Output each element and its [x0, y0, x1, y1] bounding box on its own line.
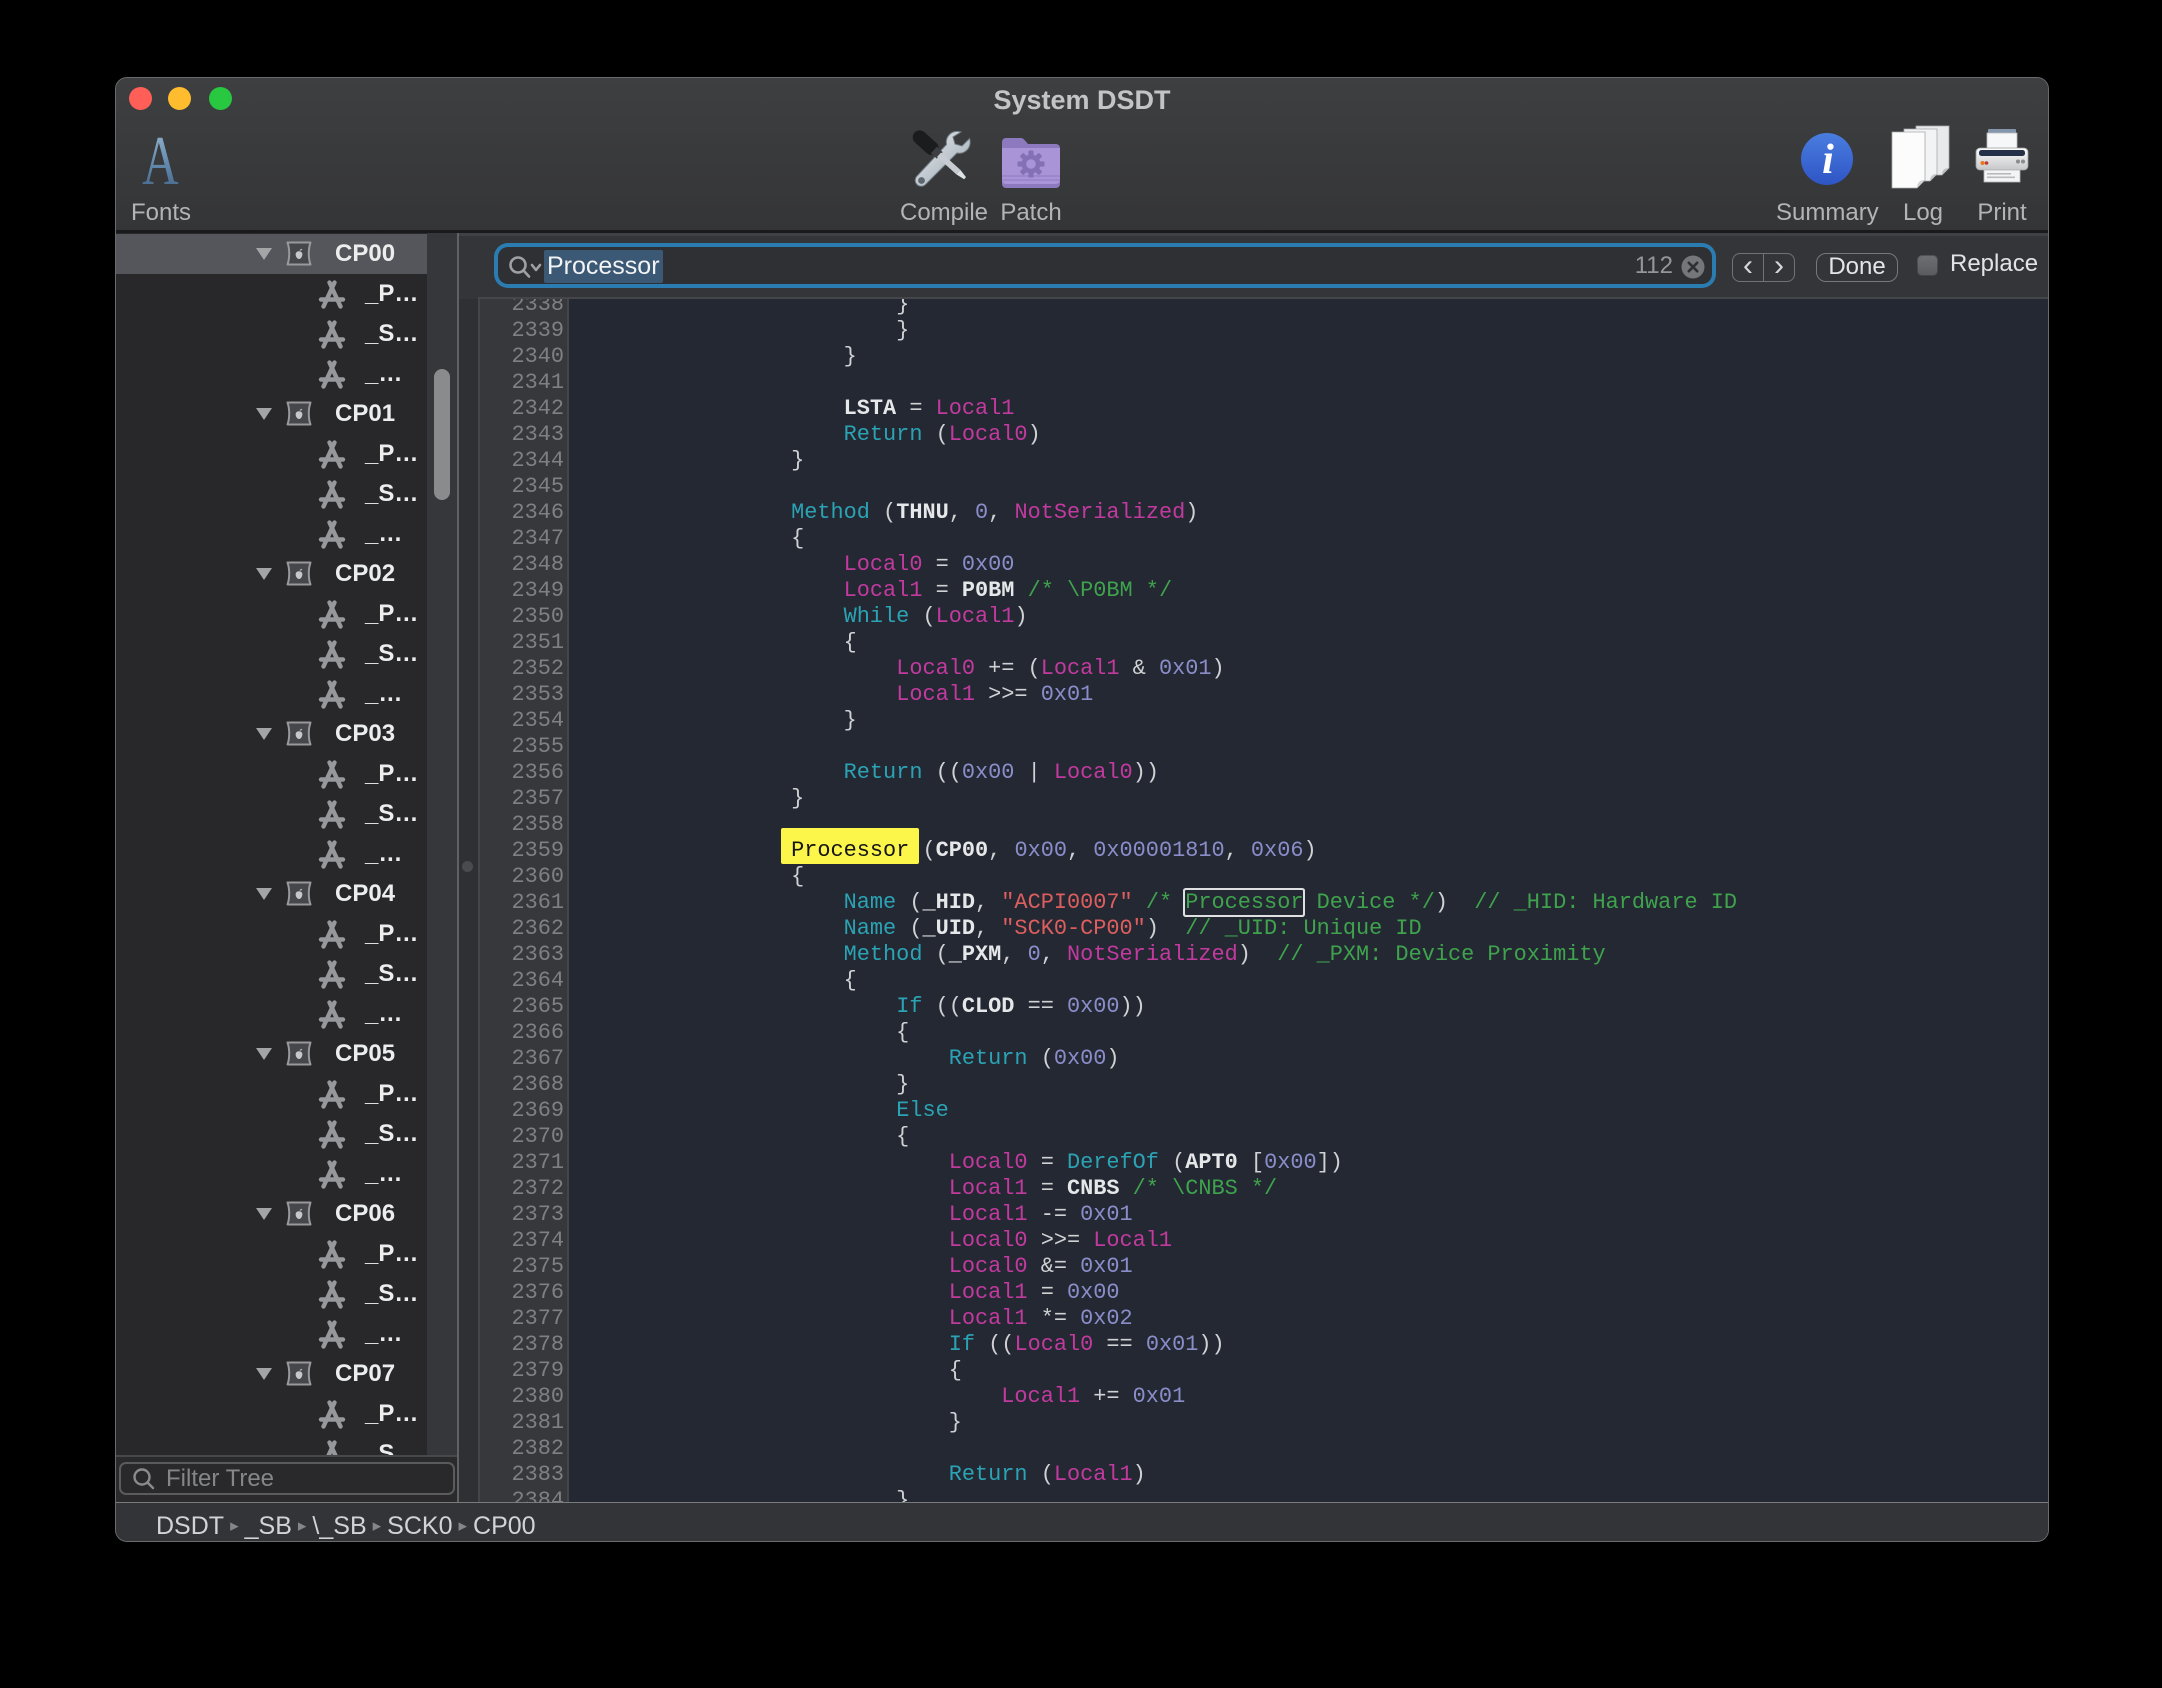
svg-text:A: A	[142, 132, 178, 190]
svg-text:i: i	[1822, 137, 1834, 183]
